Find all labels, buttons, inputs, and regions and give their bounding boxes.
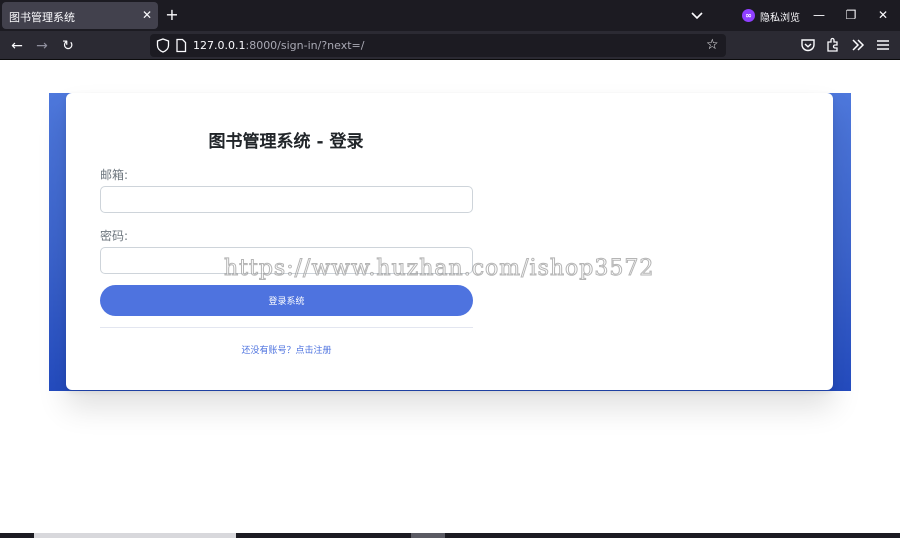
url-path: :8000/sign-in/?next=/ (245, 39, 365, 52)
browser-tab[interactable]: 图书管理系统 ✕ (2, 2, 158, 29)
email-label: 邮箱: (100, 168, 129, 182)
close-tab-icon[interactable]: ✕ (139, 6, 155, 24)
new-tab-button[interactable]: + (163, 4, 181, 26)
taskbar-item[interactable] (34, 533, 236, 538)
password-field[interactable] (100, 247, 473, 274)
url-host: 127.0.0.1 (193, 39, 246, 52)
shield-icon[interactable] (156, 38, 170, 53)
divider (100, 327, 473, 328)
overflow-chevron-icon[interactable] (849, 36, 867, 54)
navigation-toolbar: ← → ↻ 127.0.0.1:8000/sign-in/?next=/ ☆ (0, 31, 900, 60)
page-content: 图书管理系统 - 登录 邮箱: 密码: 登录系统 还没有账号？点击注册 http… (0, 60, 900, 533)
email-field[interactable] (100, 186, 473, 213)
private-browsing-label: 隐私浏览 (760, 13, 800, 24)
restore-button[interactable]: ❐ (839, 4, 863, 26)
address-bar[interactable]: 127.0.0.1:8000/sign-in/?next=/ ☆ (150, 34, 726, 57)
password-label: 密码: (100, 229, 129, 243)
login-button[interactable]: 登录系统 (100, 285, 473, 316)
bookmark-star-icon[interactable]: ☆ (706, 37, 722, 53)
private-browsing-icon: ∞ (742, 9, 755, 22)
page-icon[interactable] (174, 38, 188, 53)
chevron-down-icon[interactable] (688, 6, 706, 24)
taskbar (0, 533, 900, 538)
tab-bar: 图书管理系统 ✕ + ∞ 隐私浏览 — ❐ ✕ (0, 0, 900, 31)
taskbar-item[interactable] (411, 533, 445, 538)
back-button[interactable]: ← (6, 35, 28, 57)
url-text[interactable]: 127.0.0.1:8000/sign-in/?next=/ (193, 39, 364, 52)
menu-icon[interactable] (874, 36, 892, 54)
window-close-button[interactable]: ✕ (871, 4, 895, 26)
reload-button[interactable]: ↻ (57, 35, 79, 57)
pocket-icon[interactable] (799, 36, 817, 54)
minimize-button[interactable]: — (807, 4, 831, 26)
extensions-icon[interactable] (824, 36, 842, 54)
tab-title: 图书管理系统 (9, 11, 75, 24)
login-card: 图书管理系统 - 登录 邮箱: 密码: 登录系统 还没有账号？点击注册 (66, 93, 833, 390)
forward-button[interactable]: → (31, 35, 53, 57)
register-link[interactable]: 还没有账号？点击注册 (100, 343, 473, 356)
login-title: 图书管理系统 - 登录 (208, 132, 364, 152)
